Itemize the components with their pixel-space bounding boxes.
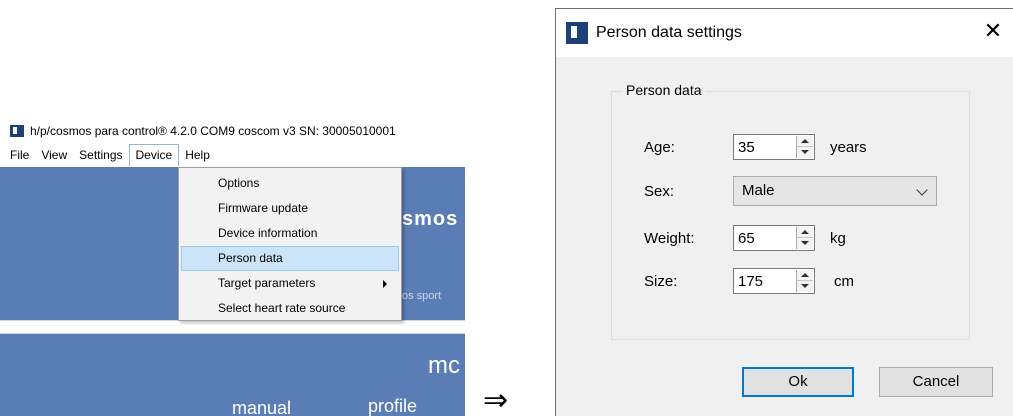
person-data-dialog: Person data settings ✕ Person data Age: … [555,8,1013,416]
age-increment-icon[interactable] [797,136,813,147]
app-tagline-text: os sport [402,290,442,302]
app-divider-strip [0,320,465,334]
weight-label: Weight: [644,230,695,247]
screenshot-stage: h/p/cosmos para control® 4.2.0 COM9 cosc… [0,0,1013,416]
group-label: Person data [622,82,706,98]
menu-item-device-information[interactable]: Device information [179,221,401,246]
age-input[interactable] [734,135,786,159]
weight-increment-icon[interactable] [797,227,813,238]
app-titlebar: h/p/cosmos para control® 4.2.0 COM9 cosc… [0,118,465,144]
size-decrement-icon[interactable] [797,281,813,292]
weight-spin-buttons [796,227,813,249]
menu-settings[interactable]: Settings [73,144,128,166]
size-spin-buttons [796,270,813,292]
weight-unit: kg [830,230,846,247]
weight-spinner [733,225,815,251]
manual-mode-link[interactable]: manual [232,398,291,416]
close-icon[interactable]: ✕ [981,21,1005,45]
menu-item-options[interactable]: Options [179,171,401,196]
dialog-title: Person data settings [596,24,742,41]
age-spinner [733,134,815,160]
weight-input[interactable] [734,226,786,250]
ok-button[interactable]: Ok [742,367,854,397]
app-menubar: File View Settings Device Help [0,144,465,166]
app-mode-title: mc [428,352,460,379]
sex-select-value: Male [742,182,775,199]
size-increment-icon[interactable] [797,270,813,281]
menu-help[interactable]: Help [179,144,216,166]
menu-item-select-heart-rate-source[interactable]: Select heart rate source [179,296,401,321]
menu-item-target-parameters-label: Target parameters [218,276,316,290]
sex-label: Sex: [644,183,675,200]
menu-view[interactable]: View [35,144,73,166]
age-spin-buttons [796,136,813,158]
sex-select[interactable]: Male [733,176,937,206]
chevron-down-icon [916,184,928,196]
menu-file[interactable]: File [4,144,35,166]
dialog-app-icon [566,22,588,44]
menu-item-target-parameters[interactable]: Target parameters [179,271,401,296]
submenu-arrow-icon [383,280,387,288]
cancel-button[interactable]: Cancel [879,367,993,397]
app-icon [10,125,24,137]
app-logo-text: smos [402,208,459,230]
device-dropdown-menu: Options Firmware update Device informati… [178,167,402,321]
size-unit: cm [834,273,854,290]
weight-decrement-icon[interactable] [797,238,813,249]
person-data-group: Person data [611,82,970,340]
app-title: h/p/cosmos para control® 4.2.0 COM9 cosc… [30,124,396,138]
transition-arrow-icon: ⇒ [483,383,509,416]
size-spinner [733,268,815,294]
size-label: Size: [644,273,678,290]
age-decrement-icon[interactable] [797,147,813,158]
age-unit: years [830,139,867,156]
age-label: Age: [644,139,675,156]
menu-device[interactable]: Device [128,144,180,166]
menu-item-person-data[interactable]: Person data [181,246,399,271]
dialog-titlebar: Person data settings [556,9,1013,57]
menu-item-firmware-update[interactable]: Firmware update [179,196,401,221]
size-input[interactable] [734,269,786,293]
profile-mode-link[interactable]: profile [368,396,417,416]
